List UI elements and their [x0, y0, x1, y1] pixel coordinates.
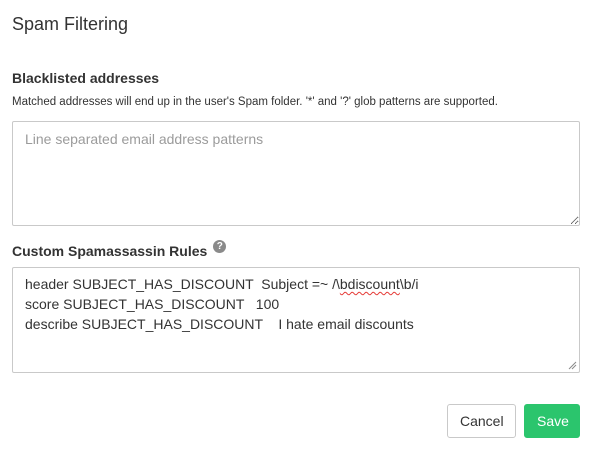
rules-section-title: Custom Spamassassin Rules ? — [12, 239, 227, 259]
blacklist-textarea[interactable] — [12, 121, 580, 226]
save-button[interactable]: Save — [524, 404, 580, 438]
rules-line: score SUBJECT_HAS_DISCOUNT 100 — [25, 296, 280, 312]
spellcheck-misspelled-word: bdiscount — [339, 276, 400, 292]
rules-line: header SUBJECT_HAS_DISCOUNT Subject =~ /… — [25, 276, 419, 292]
question-circle-icon[interactable]: ? — [213, 239, 227, 253]
rules-line: describe SUBJECT_HAS_DISCOUNT I hate ema… — [25, 316, 414, 332]
spamassassin-rules-textarea[interactable]: header SUBJECT_HAS_DISCOUNT Subject =~ /… — [12, 267, 580, 373]
resize-grip-icon[interactable] — [568, 361, 577, 370]
spam-filtering-dialog: Spam Filtering Blacklisted addresses Mat… — [0, 0, 591, 452]
blacklist-description: Matched addresses will end up in the use… — [12, 96, 498, 108]
cancel-button[interactable]: Cancel — [447, 404, 516, 438]
rules-section-label: Custom Spamassassin Rules — [12, 243, 208, 259]
dialog-title: Spam Filtering — [12, 14, 129, 34]
blacklist-section-title: Blacklisted addresses — [12, 70, 160, 86]
